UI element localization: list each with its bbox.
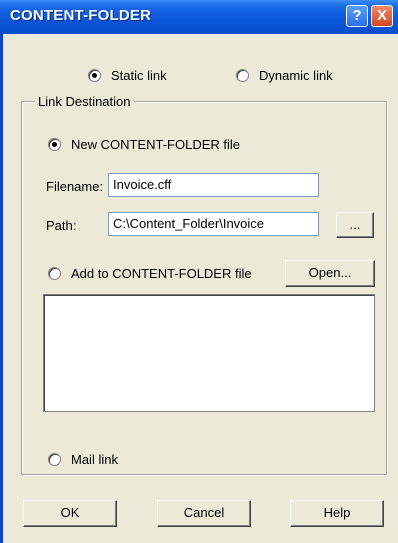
radio-unchecked-icon [48, 267, 61, 280]
path-label: Path: [46, 218, 77, 233]
filename-input[interactable]: Invoice.cff [108, 173, 319, 197]
dynamic-link-radio[interactable]: Dynamic link [236, 68, 333, 83]
radio-checked-icon [48, 138, 61, 151]
dialog-window: CONTENT-FOLDER ? X Static link Dynamic l… [0, 0, 398, 543]
filename-label: Filename: [46, 179, 104, 194]
static-link-radio[interactable]: Static link [88, 68, 167, 83]
help-button[interactable]: Help [290, 500, 384, 527]
add-to-file-radio[interactable]: Add to CONTENT-FOLDER file [48, 266, 252, 281]
path-input[interactable]: C:\Content_Folder\Invoice [108, 212, 319, 236]
window-title: CONTENT-FOLDER [10, 7, 152, 24]
mail-link-label: Mail link [71, 452, 118, 467]
new-file-label: New CONTENT-FOLDER file [71, 137, 241, 152]
mail-link-radio[interactable]: Mail link [48, 452, 118, 467]
browse-button[interactable]: ... [336, 212, 374, 238]
ok-button[interactable]: OK [23, 500, 117, 527]
title-bar[interactable]: CONTENT-FOLDER ? X [0, 0, 398, 34]
content-folder-file-list[interactable] [43, 294, 375, 412]
link-destination-group [21, 101, 387, 475]
dynamic-link-label: Dynamic link [259, 68, 333, 83]
close-icon[interactable]: X [371, 5, 393, 27]
open-button[interactable]: Open... [285, 260, 375, 287]
link-destination-legend: Link Destination [35, 94, 134, 109]
radio-unchecked-icon [236, 69, 249, 82]
new-file-radio[interactable]: New CONTENT-FOLDER file [48, 137, 240, 152]
help-icon[interactable]: ? [346, 5, 368, 27]
static-link-label: Static link [111, 68, 167, 83]
radio-unchecked-icon [48, 453, 61, 466]
radio-checked-icon [88, 69, 101, 82]
cancel-button[interactable]: Cancel [157, 500, 251, 527]
add-to-file-label: Add to CONTENT-FOLDER file [71, 266, 252, 281]
